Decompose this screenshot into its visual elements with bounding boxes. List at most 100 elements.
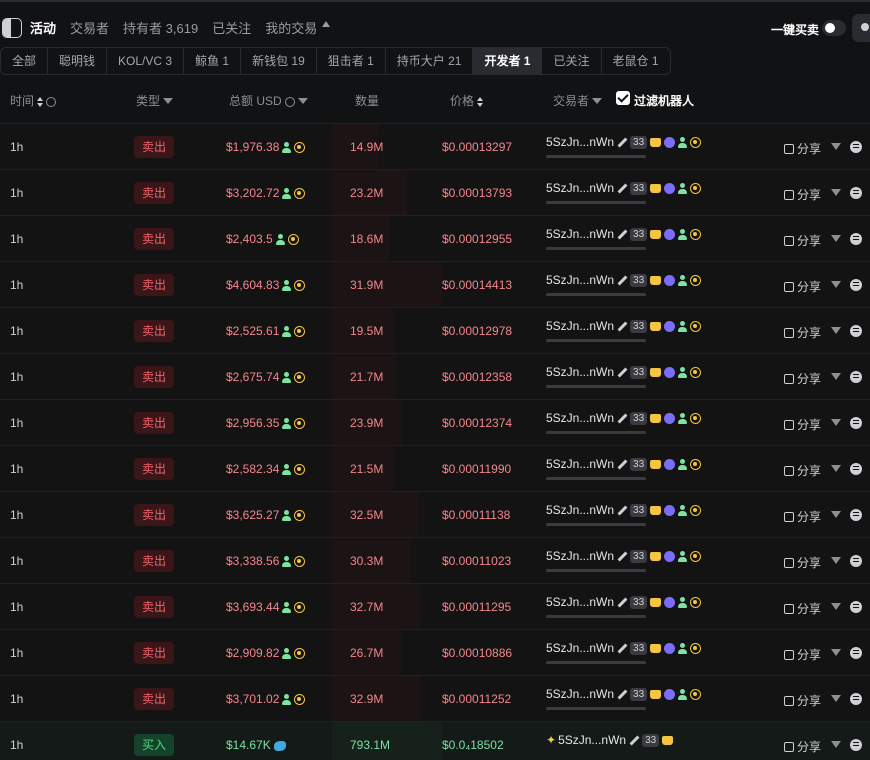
share-button[interactable]: 分享 — [784, 646, 821, 663]
col-time[interactable]: 时间 — [10, 92, 57, 109]
trader-cell[interactable]: 5SzJn...nWn 33 — [546, 227, 702, 242]
filter-tab[interactable]: 全部 — [1, 48, 49, 74]
share-button[interactable]: 分享 — [784, 232, 821, 249]
edit-icon[interactable] — [617, 414, 627, 424]
share-button[interactable]: 分享 — [784, 462, 821, 479]
sort-arrows-icon[interactable] — [37, 96, 44, 107]
trader-cell[interactable]: 5SzJn...nWn 33 — [546, 365, 702, 380]
tab-followed[interactable]: 已关注 — [212, 18, 251, 37]
edit-icon[interactable] — [617, 644, 627, 654]
collapse-caret-icon[interactable] — [322, 21, 330, 27]
details-icon[interactable] — [850, 279, 862, 291]
trader-address[interactable]: 5SzJn...nWn — [546, 181, 614, 195]
trader-address[interactable]: 5SzJn...nWn — [546, 411, 614, 425]
trader-cell[interactable]: 5SzJn...nWn 33 — [546, 411, 702, 426]
trader-address[interactable]: 5SzJn...nWn — [546, 687, 614, 701]
trader-cell[interactable]: 5SzJn...nWn 33 — [546, 549, 702, 564]
share-button[interactable]: 分享 — [784, 186, 821, 203]
trader-cell[interactable]: ✦ 5SzJn...nWn 33 — [546, 733, 674, 748]
edit-icon[interactable] — [617, 552, 627, 562]
details-icon[interactable] — [850, 233, 862, 245]
table-row[interactable]: 1h 卖出 $2,525.61 19.5M $0.00012978 5SzJn...nWn… — [0, 307, 870, 353]
trader-address[interactable]: 5SzJn...nWn — [546, 319, 614, 333]
trader-address[interactable]: 5SzJn...nWn — [546, 227, 614, 241]
col-type[interactable]: 类型 — [136, 92, 174, 109]
trader-cell[interactable]: 5SzJn...nWn 33 — [546, 687, 702, 702]
filter-tab[interactable]: 聪明钱 — [48, 48, 108, 74]
edit-icon[interactable] — [617, 506, 627, 516]
edit-icon[interactable] — [617, 322, 627, 332]
col-trader[interactable]: 交易者 — [553, 92, 603, 109]
tab-my-trades[interactable]: 我的交易 — [265, 18, 317, 37]
table-row[interactable]: 1h 卖出 $2,582.34 21.5M $0.00011990 5SzJn...nWn… — [0, 445, 870, 491]
filter-icon[interactable] — [831, 419, 841, 426]
clock-icon[interactable] — [46, 96, 57, 107]
trader-cell[interactable]: 5SzJn...nWn 33 — [546, 319, 702, 334]
filter-tab[interactable]: 已关注 — [542, 48, 602, 74]
details-icon[interactable] — [850, 509, 862, 521]
filter-bots-label[interactable]: 过滤机器人 — [634, 92, 694, 109]
table-row[interactable]: 1h 买入 $14.67K 793.1M $0.0₄18502 ✦ 5SzJn...nWn 3… — [0, 721, 870, 760]
filter-tab[interactable]: 开发者 1 — [473, 48, 543, 74]
share-button[interactable]: 分享 — [784, 416, 821, 433]
trader-cell[interactable]: 5SzJn...nWn 33 — [546, 595, 702, 610]
trader-cell[interactable]: 5SzJn...nWn 33 — [546, 273, 702, 288]
edit-icon[interactable] — [617, 598, 627, 608]
trader-address[interactable]: 5SzJn...nWn — [546, 273, 614, 287]
filter-tab[interactable]: 鲸鱼 1 — [184, 48, 242, 74]
trader-address[interactable]: 5SzJn...nWn — [546, 549, 614, 563]
filter-icon[interactable] — [831, 189, 841, 196]
tab-holders[interactable]: 持有者 3,619 — [123, 18, 198, 37]
table-row[interactable]: 1h 卖出 $3,338.56 30.3M $0.00011023 5SzJn...nWn… — [0, 537, 870, 583]
details-icon[interactable] — [850, 739, 862, 751]
filter-tab[interactable]: 持币大户 21 — [386, 48, 474, 74]
table-row[interactable]: 1h 卖出 $3,625.27 32.5M $0.00011138 5SzJn...nWn… — [0, 491, 870, 537]
trader-address[interactable]: 5SzJn...nWn — [546, 365, 614, 379]
trader-address[interactable]: 5SzJn...nWn — [546, 135, 614, 149]
filter-icon[interactable] — [163, 97, 174, 104]
table-row[interactable]: 1h 卖出 $2,956.35 23.9M $0.00012374 5SzJn...nWn… — [0, 399, 870, 445]
details-icon[interactable] — [850, 141, 862, 153]
trader-cell[interactable]: 5SzJn...nWn 33 — [546, 503, 702, 518]
filter-icon[interactable] — [831, 235, 841, 242]
details-icon[interactable] — [850, 417, 862, 429]
edit-icon[interactable] — [629, 736, 639, 746]
trader-cell[interactable]: 5SzJn...nWn 33 — [546, 181, 702, 196]
trader-cell[interactable]: 5SzJn...nWn 33 — [546, 641, 702, 656]
filter-icon[interactable] — [831, 511, 841, 518]
trader-address[interactable]: 5SzJn...nWn — [546, 595, 614, 609]
filter-icon[interactable] — [592, 97, 603, 104]
filter-icon[interactable] — [831, 281, 841, 288]
tab-traders[interactable]: 交易者 — [70, 18, 109, 37]
table-row[interactable]: 1h 卖出 $2,403.5 18.6M $0.00012955 5SzJn...nWn 3… — [0, 215, 870, 261]
trader-cell[interactable]: 5SzJn...nWn 33 — [546, 457, 702, 472]
table-row[interactable]: 1h 卖出 $1,976.38 14.9M $0.00013297 5SzJn...nWn… — [0, 123, 870, 169]
details-icon[interactable] — [850, 647, 862, 659]
col-price[interactable]: 价格 — [450, 92, 484, 109]
share-button[interactable]: 分享 — [784, 600, 821, 617]
filter-bots-checkbox[interactable] — [616, 91, 630, 105]
share-button[interactable]: 分享 — [784, 508, 821, 525]
filter-tab[interactable]: 狙击者 1 — [317, 48, 386, 74]
trader-cell[interactable]: 5SzJn...nWn 33 — [546, 135, 702, 150]
share-button[interactable]: 分享 — [784, 738, 821, 755]
trader-address[interactable]: 5SzJn...nWn — [546, 641, 614, 655]
edit-icon[interactable] — [617, 184, 627, 194]
panel-toggle-icon[interactable] — [2, 18, 22, 38]
settings-button[interactable] — [852, 14, 870, 42]
table-row[interactable]: 1h 卖出 $2,909.82 26.7M $0.00010886 5SzJn...nWn… — [0, 629, 870, 675]
details-icon[interactable] — [850, 601, 862, 613]
share-button[interactable]: 分享 — [784, 554, 821, 571]
table-row[interactable]: 1h 卖出 $3,202.72 23.2M $0.00013793 5SzJn...nWn… — [0, 169, 870, 215]
share-button[interactable]: 分享 — [784, 324, 821, 341]
details-icon[interactable] — [850, 371, 862, 383]
table-row[interactable]: 1h 卖出 $3,693.44 32.7M $0.00011295 5SzJn...nWn… — [0, 583, 870, 629]
details-icon[interactable] — [850, 187, 862, 199]
filter-icon[interactable] — [831, 695, 841, 702]
quick-trade-toggle[interactable] — [822, 20, 846, 36]
details-icon[interactable] — [850, 463, 862, 475]
filter-icon[interactable] — [831, 557, 841, 564]
trader-address[interactable]: 5SzJn...nWn — [546, 457, 614, 471]
edit-icon[interactable] — [617, 368, 627, 378]
filter-icon[interactable] — [831, 143, 841, 150]
